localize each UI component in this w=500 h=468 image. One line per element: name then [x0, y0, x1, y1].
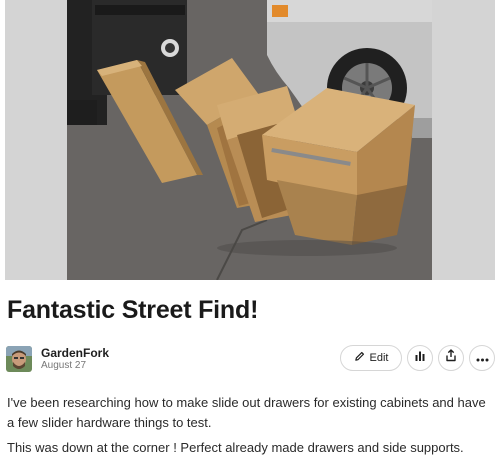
more-options-button[interactable] — [469, 345, 495, 371]
hero-image-container — [0, 0, 500, 280]
hero-side-band-left — [5, 0, 67, 280]
post-date: August 27 — [41, 360, 87, 371]
pencil-icon — [354, 349, 365, 367]
hero-image[interactable] — [67, 0, 432, 280]
post-paragraph-2: This was down at the corner ! Perfect al… — [7, 440, 464, 455]
bar-chart-icon — [414, 349, 426, 367]
hero-photo-drawers-on-street — [67, 0, 432, 280]
hero-side-band-right — [432, 0, 495, 280]
author-avatar[interactable] — [6, 346, 32, 372]
more-horizontal-icon — [476, 349, 489, 367]
author-name[interactable]: GardenFork — [41, 346, 109, 360]
post-title: Fantastic Street Find! — [7, 296, 259, 324]
stats-button[interactable] — [407, 345, 433, 371]
post-paragraph-1: I've been researching how to make slide … — [7, 395, 486, 430]
share-icon — [445, 349, 457, 367]
edit-button-label: Edit — [369, 352, 389, 364]
avatar-photo — [6, 346, 32, 372]
share-button[interactable] — [438, 345, 464, 371]
edit-button[interactable]: Edit — [340, 345, 402, 371]
